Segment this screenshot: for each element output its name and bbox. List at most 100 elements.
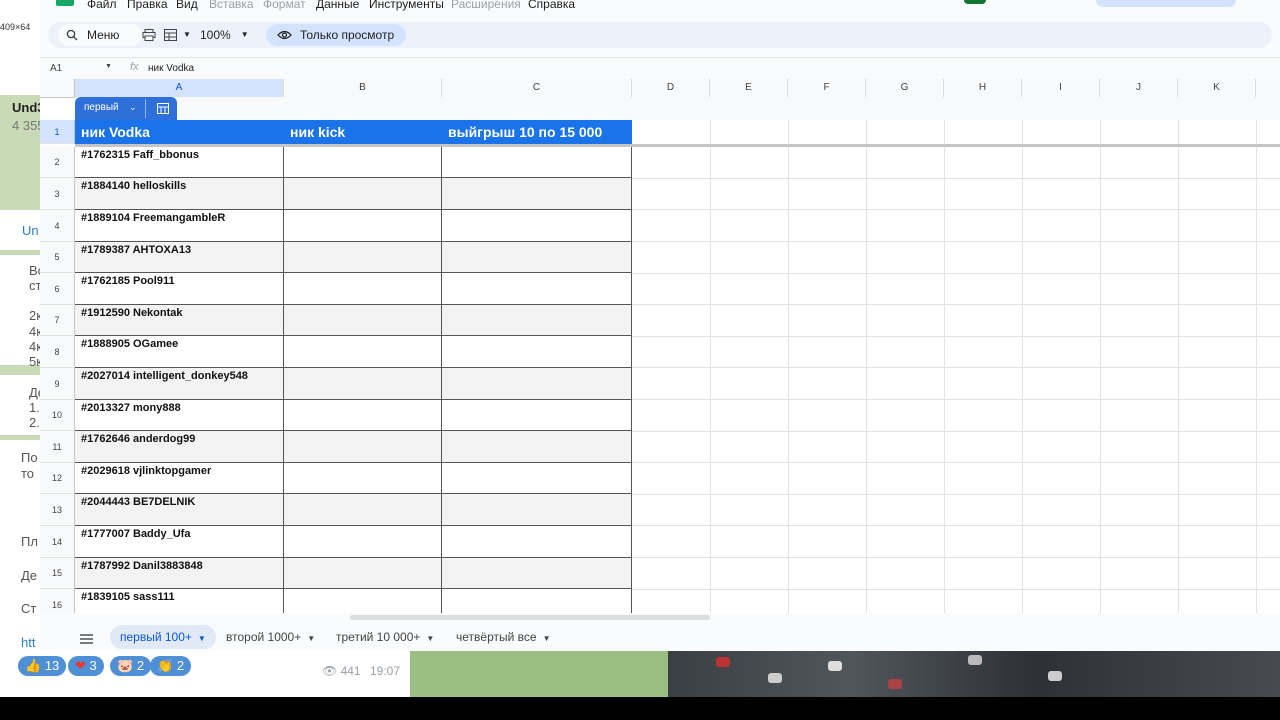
menu-data[interactable]: Данные	[316, 0, 359, 11]
header-nick-kick[interactable]: ник kick	[284, 120, 345, 144]
sheet-grid[interactable]: A B C D E F G H I J K первый ⌄ ник Vodka…	[40, 79, 1280, 613]
select-all-corner[interactable]	[40, 79, 75, 97]
cell-winnings[interactable]	[442, 526, 632, 558]
column-header-f[interactable]: F	[788, 79, 866, 97]
menu-format[interactable]: Формат	[263, 0, 306, 11]
cell-nick-vodka[interactable]: #1762185 Pool911	[75, 273, 284, 305]
cell-nick-kick[interactable]	[284, 400, 442, 431]
cell-nick-vodka[interactable]: #1912590 Nekontak	[75, 305, 284, 336]
name-box[interactable]: A1	[50, 63, 62, 74]
horizontal-scrollbar[interactable]	[350, 615, 710, 620]
cell-nick-kick[interactable]	[284, 463, 442, 494]
cell-winnings[interactable]	[442, 400, 632, 431]
cell-nick-vodka[interactable]: #1839105 sass111	[75, 589, 284, 613]
reaction-heart[interactable]: ❤ 3	[68, 656, 104, 676]
reaction-thumbs-up[interactable]: 👍 13	[18, 656, 67, 676]
cell-nick-vodka[interactable]: #1889104 FreemangambleR	[75, 210, 284, 242]
cell-nick-kick[interactable]	[284, 147, 442, 178]
row-header[interactable]: 2	[40, 147, 75, 178]
cell-nick-vodka[interactable]: #1777007 Baddy_Ufa	[75, 526, 284, 558]
cell-winnings[interactable]	[442, 210, 632, 242]
table-name-chip[interactable]: первый ⌄	[75, 97, 177, 120]
sheet-tab-first[interactable]: первый 100+ ▼	[110, 625, 216, 649]
column-header-g[interactable]: G	[866, 79, 944, 97]
cell-winnings[interactable]	[442, 494, 632, 526]
column-header-b[interactable]: B	[284, 79, 442, 97]
cell-nick-kick[interactable]	[284, 305, 442, 336]
row-header[interactable]: 6	[40, 273, 75, 305]
all-sheets-button[interactable]	[80, 631, 93, 649]
cell-nick-vodka[interactable]: #1884140 helloskills	[75, 178, 284, 210]
menu-insert[interactable]: Вставка	[209, 0, 254, 11]
cell-winnings[interactable]	[442, 336, 632, 368]
cell-winnings[interactable]	[442, 147, 632, 178]
header-winnings[interactable]: выйгрыш 10 по 15 000	[442, 120, 602, 144]
menu-edit[interactable]: Правка	[127, 0, 168, 11]
cell-nick-kick[interactable]	[284, 336, 442, 368]
cell-nick-kick[interactable]	[284, 494, 442, 526]
cell-winnings[interactable]	[442, 305, 632, 336]
menu-file[interactable]: Файл	[87, 0, 117, 11]
menu-help[interactable]: Справка	[528, 0, 575, 11]
chevron-down-icon[interactable]: ▼	[105, 63, 112, 70]
reaction-pig[interactable]: 🐷 2	[110, 656, 152, 676]
row-header[interactable]: 12	[40, 463, 75, 494]
column-header-d[interactable]: D	[632, 79, 710, 97]
cell-winnings[interactable]	[442, 368, 632, 400]
cell-nick-vodka[interactable]: #1888905 OGamee	[75, 336, 284, 368]
row-header[interactable]: 7	[40, 305, 75, 336]
cell-winnings[interactable]	[442, 463, 632, 494]
column-header-i[interactable]: I	[1022, 79, 1100, 97]
cell-winnings[interactable]	[442, 273, 632, 305]
row-header[interactable]: 1	[40, 120, 75, 144]
column-header-a[interactable]: A	[75, 79, 284, 97]
cell-nick-vodka[interactable]: #1787992 Danil3883848	[75, 558, 284, 589]
cell-winnings[interactable]	[442, 589, 632, 613]
format-table-button[interactable]: ▼	[164, 22, 191, 48]
cell-winnings[interactable]	[442, 558, 632, 589]
cell-nick-kick[interactable]	[284, 210, 442, 242]
cell-nick-vodka[interactable]: #2044443 BE7DELNIK	[75, 494, 284, 526]
sheet-tab-fourth[interactable]: четвёртый все ▼	[446, 625, 560, 649]
cell-nick-vodka[interactable]: #2027014 intelligent_donkey548	[75, 368, 284, 400]
column-header-c[interactable]: C	[442, 79, 632, 97]
share-button[interactable]	[1096, 0, 1236, 7]
row-header[interactable]: 15	[40, 558, 75, 589]
reaction-clap[interactable]: 👏 2	[150, 656, 192, 676]
sheet-tab-second[interactable]: второй 1000+ ▼	[216, 625, 325, 649]
column-header-h[interactable]: H	[944, 79, 1022, 97]
sheet-tab-third[interactable]: третий 10 000+ ▼	[326, 625, 444, 649]
table-view-icon[interactable]	[157, 103, 169, 114]
zoom-select[interactable]: 100% ▼	[200, 22, 249, 48]
menu-extensions[interactable]: Расширения	[451, 0, 521, 11]
row-header[interactable]: 4	[40, 210, 75, 242]
row-header[interactable]: 10	[40, 400, 75, 431]
cell-winnings[interactable]	[442, 431, 632, 463]
header-nick-vodka[interactable]: ник Vodka	[75, 120, 150, 144]
cell-nick-kick[interactable]	[284, 589, 442, 613]
cell-nick-kick[interactable]	[284, 558, 442, 589]
cell-nick-kick[interactable]	[284, 242, 442, 273]
print-button[interactable]	[142, 22, 156, 48]
formula-input[interactable]: ник Vodka	[148, 63, 194, 74]
cell-nick-vodka[interactable]: #2013327 mony888	[75, 400, 284, 431]
cell-nick-vodka[interactable]: #2029618 vjlinktopgamer	[75, 463, 284, 494]
cell-winnings[interactable]	[442, 242, 632, 273]
menu-tools[interactable]: Инструменты	[369, 0, 444, 11]
row-header[interactable]: 9	[40, 368, 75, 400]
cell-nick-kick[interactable]	[284, 273, 442, 305]
cell-nick-vodka[interactable]: #1762646 anderdog99	[75, 431, 284, 463]
cell-nick-kick[interactable]	[284, 526, 442, 558]
row-header[interactable]: 16	[40, 589, 75, 613]
cell-nick-kick[interactable]	[284, 431, 442, 463]
column-header-k[interactable]: K	[1178, 79, 1256, 97]
row-header[interactable]: 3	[40, 178, 75, 210]
row-header[interactable]: 13	[40, 494, 75, 526]
column-header-j[interactable]: J	[1100, 79, 1178, 97]
avatar[interactable]	[964, 0, 986, 4]
view-only[interactable]: Только просмотр	[277, 22, 394, 48]
row-header[interactable]: 8	[40, 336, 75, 368]
cell-nick-vodka[interactable]: #1762315 Faff_bbonus	[75, 147, 284, 178]
row-header[interactable]: 11	[40, 431, 75, 463]
cell-winnings[interactable]	[442, 178, 632, 210]
